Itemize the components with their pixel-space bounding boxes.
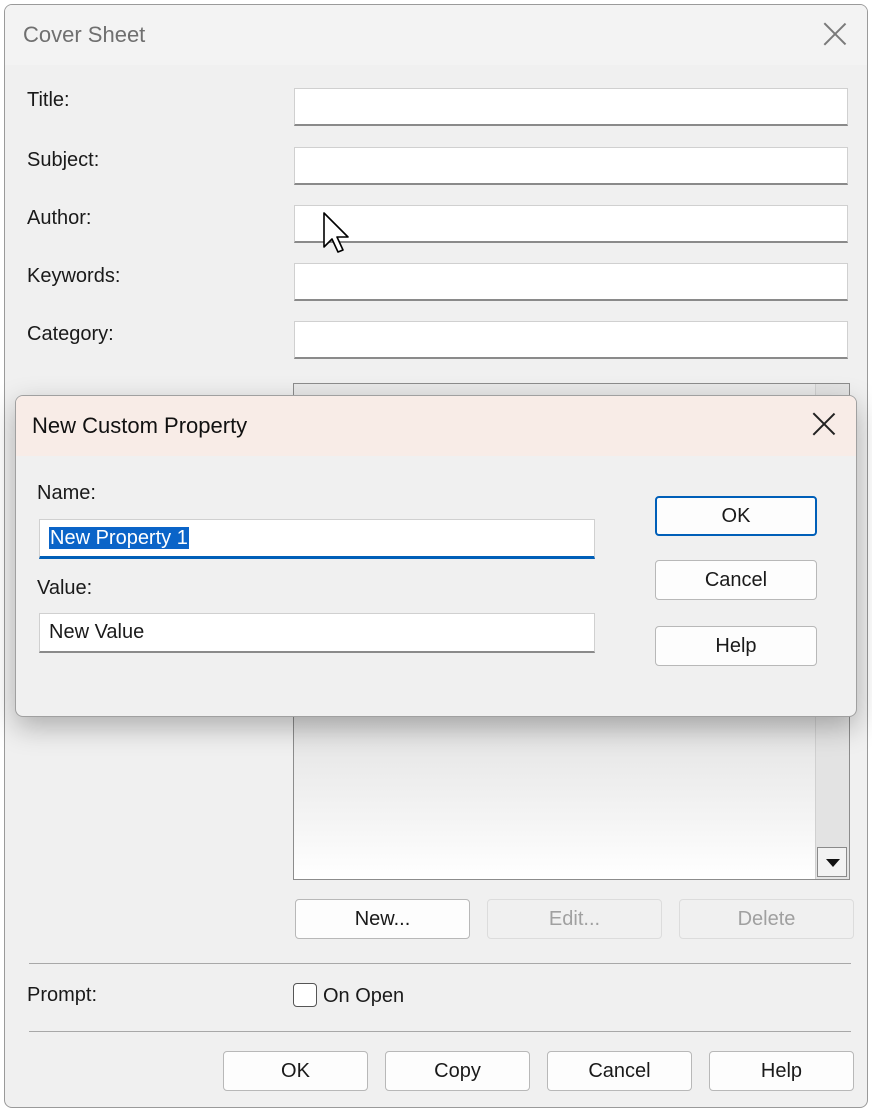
keywords-label: Keywords: xyxy=(27,265,121,287)
name-label: Name: xyxy=(37,482,96,504)
on-open-checkbox[interactable] xyxy=(293,983,317,1007)
edit-property-button[interactable]: Edit... xyxy=(487,899,662,939)
cover-sheet-title: Cover Sheet xyxy=(23,22,146,47)
divider xyxy=(29,963,851,964)
divider xyxy=(29,1031,851,1032)
title-field[interactable] xyxy=(294,88,848,126)
scroll-down-arrow-icon[interactable] xyxy=(817,847,847,877)
cover-sheet-close-icon[interactable] xyxy=(823,22,847,46)
subject-field[interactable] xyxy=(294,147,848,185)
help-button[interactable]: Help xyxy=(709,1051,854,1091)
copy-button[interactable]: Copy xyxy=(385,1051,530,1091)
new-custom-property-dialog: New Custom Property Name: New Property 1… xyxy=(15,395,857,717)
ncp-help-button[interactable]: Help xyxy=(655,626,817,666)
cover-sheet-titlebar: Cover Sheet xyxy=(5,5,867,65)
ncp-titlebar: New Custom Property xyxy=(16,396,856,456)
prompt-label: Prompt: xyxy=(27,984,98,1006)
ncp-ok-button[interactable]: OK xyxy=(655,496,817,536)
ok-button[interactable]: OK xyxy=(223,1051,368,1091)
ncp-cancel-button[interactable]: Cancel xyxy=(655,560,817,600)
subject-label: Subject: xyxy=(27,149,100,171)
category-field[interactable] xyxy=(294,321,848,359)
keywords-field[interactable] xyxy=(294,263,848,301)
on-open-label[interactable]: On Open xyxy=(323,985,404,1008)
delete-property-button[interactable]: Delete xyxy=(679,899,854,939)
ncp-close-icon[interactable] xyxy=(812,412,836,436)
name-field[interactable]: New Property 1 xyxy=(39,519,595,559)
value-field-value: New Value xyxy=(49,621,145,643)
mouse-cursor-icon xyxy=(323,212,349,253)
author-field[interactable] xyxy=(294,205,848,243)
title-label: Title: xyxy=(27,89,70,111)
cancel-button[interactable]: Cancel xyxy=(547,1051,692,1091)
category-label: Category: xyxy=(27,323,114,345)
value-label: Value: xyxy=(37,577,93,599)
value-field[interactable]: New Value xyxy=(39,613,595,653)
new-property-button[interactable]: New... xyxy=(295,899,470,939)
ncp-title: New Custom Property xyxy=(32,413,248,438)
name-field-value: New Property 1 xyxy=(49,527,189,549)
author-label: Author: xyxy=(27,207,92,229)
